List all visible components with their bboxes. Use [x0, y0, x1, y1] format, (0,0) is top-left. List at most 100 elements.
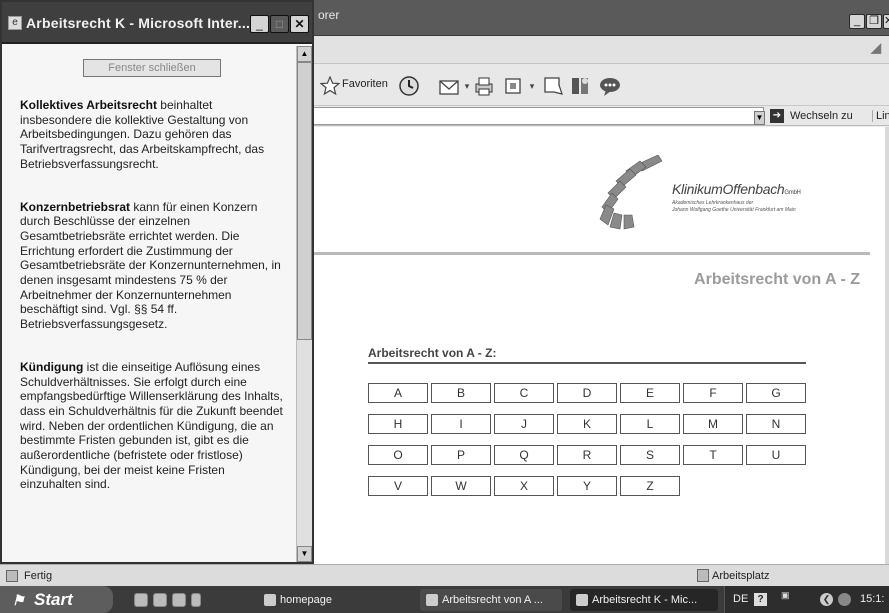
- language-indicator[interactable]: DE: [733, 593, 748, 605]
- research-icon[interactable]: [570, 74, 592, 98]
- az-index-label: Arbeitsrecht von A - Z:: [368, 346, 806, 364]
- popup-scrollbar[interactable]: ▲ ▼: [296, 46, 312, 562]
- scroll-down-arrow-icon[interactable]: ▼: [297, 546, 312, 562]
- letter-button-e[interactable]: E: [620, 383, 680, 403]
- letter-button-g[interactable]: G: [746, 383, 806, 403]
- quicklaunch-doc-icon[interactable]: [191, 593, 201, 607]
- letter-button-t[interactable]: T: [683, 445, 743, 465]
- computer-icon: [697, 569, 709, 582]
- main-window-title: orer: [318, 8, 340, 22]
- header-divider: [310, 252, 870, 255]
- letter-button-b[interactable]: B: [431, 383, 491, 403]
- letter-button-h[interactable]: H: [368, 414, 428, 434]
- popup-close-button[interactable]: ✕: [290, 15, 309, 33]
- letter-button-m[interactable]: M: [683, 414, 743, 434]
- start-label: Start: [34, 590, 73, 609]
- letter-button-z[interactable]: Z: [620, 476, 680, 496]
- popup-title: Arbeitsrecht K - Microsoft Inter...: [26, 15, 251, 31]
- close-window-button[interactable]: Fenster schließen: [83, 59, 221, 77]
- print-icon[interactable]: [473, 74, 495, 98]
- task-homepage[interactable]: homepage: [258, 589, 388, 611]
- popup-minimize-button[interactable]: _: [250, 15, 269, 33]
- clock: 15:1:: [860, 593, 885, 605]
- restore-bar-icon[interactable]: ▣: [781, 590, 790, 601]
- logo-name-part-1: Klinikum: [672, 181, 723, 197]
- history-icon[interactable]: [398, 74, 420, 98]
- messenger-icon[interactable]: [598, 74, 622, 98]
- go-button-label[interactable]: Wechseln zu: [790, 110, 853, 122]
- status-bar: Fertig Arbeitsplatz: [0, 564, 889, 586]
- status-text: Fertig: [24, 570, 53, 582]
- letter-button-w[interactable]: W: [431, 476, 491, 496]
- windows-flag-icon: ⚑: [12, 592, 25, 608]
- popup-window: e Arbeitsrecht K - Microsoft Inter... _ …: [0, 0, 314, 564]
- letter-button-o[interactable]: O: [368, 445, 428, 465]
- task-arbeitsrecht-k[interactable]: Arbeitsrecht K - Mic...: [570, 589, 718, 611]
- help-icon[interactable]: ?: [754, 593, 767, 606]
- favorites-star-icon[interactable]: [320, 74, 340, 98]
- quicklaunch-media-icon[interactable]: [172, 593, 186, 607]
- tray-expand-icon[interactable]: ❮: [820, 593, 833, 606]
- letter-button-k[interactable]: K: [557, 414, 617, 434]
- entry-term: Kollektives Arbeitsrecht: [20, 98, 157, 112]
- discuss-icon[interactable]: [542, 74, 564, 98]
- logo-subtitle-1: Akademisches Lehrkrankenhaus der: [672, 200, 754, 206]
- quicklaunch-browser-icon[interactable]: [134, 593, 148, 607]
- close-button[interactable]: ✕: [883, 14, 889, 29]
- restore-button[interactable]: ❐: [866, 14, 882, 29]
- minimize-button[interactable]: _: [849, 14, 865, 29]
- edit-icon[interactable]: [503, 74, 523, 98]
- popup-maximize-button[interactable]: □: [270, 15, 289, 33]
- letter-button-a[interactable]: A: [368, 383, 428, 403]
- page-content: KlinikumOffenbachGmbH Akademisches Lehrk…: [310, 127, 885, 564]
- tray-app-icon[interactable]: [838, 593, 851, 606]
- letter-button-j[interactable]: J: [494, 414, 554, 434]
- security-zone: Arbeitsplatz: [712, 570, 770, 582]
- klinikum-logo-icon: [599, 155, 663, 230]
- page-status-icon: [6, 570, 18, 582]
- task-label: homepage: [280, 594, 332, 606]
- popup-title-bar[interactable]: e Arbeitsrecht K - Microsoft Inter... _ …: [2, 2, 312, 44]
- ie-document-icon: e: [8, 16, 22, 30]
- letter-button-v[interactable]: V: [368, 476, 428, 496]
- letter-button-l[interactable]: L: [620, 414, 680, 434]
- windows-logo-icon: ◢: [871, 40, 881, 55]
- mail-icon[interactable]: [438, 74, 462, 98]
- letter-button-i[interactable]: I: [431, 414, 491, 434]
- logo-wordmark: KlinikumOffenbachGmbH: [672, 181, 801, 197]
- letter-button-p[interactable]: P: [431, 445, 491, 465]
- glossary-entry: Konzernbetriebsrat kann für einen Konzer…: [20, 200, 284, 332]
- ie-icon: [576, 594, 588, 606]
- ie-icon: [426, 594, 438, 606]
- letter-button-u[interactable]: U: [746, 445, 806, 465]
- quicklaunch-desktop-icon[interactable]: [153, 593, 167, 607]
- main-scrollbar[interactable]: [885, 127, 889, 564]
- edit-dropdown-icon[interactable]: ▾: [528, 74, 536, 98]
- letter-button-y[interactable]: Y: [557, 476, 617, 496]
- logo-subtitle-2: Johann Wolfgang Goethe Universität Frank…: [672, 207, 796, 213]
- letter-button-c[interactable]: C: [494, 383, 554, 403]
- links-label[interactable]: Lin: [872, 110, 889, 122]
- letter-button-s[interactable]: S: [620, 445, 680, 465]
- glossary-entry: Kündigung ist die einseitige Auflösung e…: [20, 360, 284, 492]
- browser-toolbar: Favoriten ▾ ▾: [310, 64, 889, 106]
- task-arbeitsrecht-a-z[interactable]: Arbeitsrecht von A ...: [420, 589, 562, 611]
- address-input[interactable]: ▼: [310, 107, 765, 125]
- task-label: Arbeitsrecht K - Mic...: [592, 594, 698, 606]
- letter-button-d[interactable]: D: [557, 383, 617, 403]
- mail-dropdown-icon[interactable]: ▾: [463, 74, 471, 98]
- letter-button-r[interactable]: R: [557, 445, 617, 465]
- letter-button-x[interactable]: X: [494, 476, 554, 496]
- go-arrow-icon[interactable]: ➔: [770, 109, 784, 123]
- scroll-up-arrow-icon[interactable]: ▲: [297, 46, 312, 62]
- letter-button-n[interactable]: N: [746, 414, 806, 434]
- popup-body: Fenster schließen Kollektives Arbeitsrec…: [2, 46, 298, 562]
- start-button[interactable]: ⚑ Start: [0, 586, 113, 613]
- favorites-button-label[interactable]: Favoriten: [342, 78, 388, 90]
- menu-band: ◢: [310, 36, 889, 64]
- letter-button-q[interactable]: Q: [494, 445, 554, 465]
- logo-suffix: GmbH: [784, 190, 801, 196]
- scroll-thumb[interactable]: [297, 62, 312, 340]
- address-dropdown-icon[interactable]: ▼: [754, 111, 765, 125]
- letter-button-f[interactable]: F: [683, 383, 743, 403]
